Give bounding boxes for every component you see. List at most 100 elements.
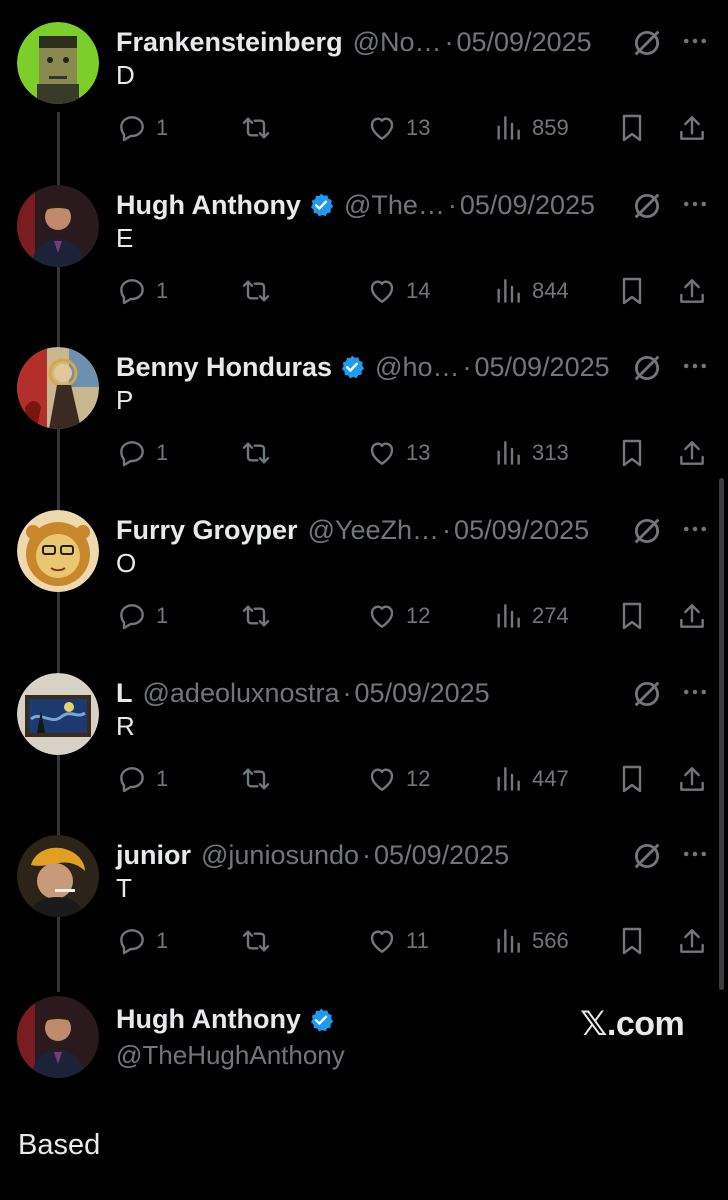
- like-button[interactable]: 13: [366, 108, 430, 148]
- bookmark-button[interactable]: [616, 108, 648, 148]
- share-button[interactable]: [676, 759, 708, 799]
- like-button[interactable]: 11: [366, 921, 429, 961]
- views-count: 566: [532, 928, 569, 953]
- bookmark-button[interactable]: [616, 596, 648, 636]
- share-icon: [680, 929, 704, 953]
- bookmark-button[interactable]: [616, 271, 648, 311]
- author-handle[interactable]: @YeeZh…: [308, 515, 439, 546]
- avatar[interactable]: [17, 185, 99, 267]
- retweet-button[interactable]: [240, 596, 272, 636]
- avatar[interactable]: [17, 22, 99, 104]
- tweet-item[interactable]: junior @juniosundo · 05/09/2025 T 1 11 5…: [0, 835, 728, 998]
- retweet-button[interactable]: [240, 433, 272, 473]
- retweet-button[interactable]: [240, 108, 272, 148]
- like-count: 11: [406, 928, 429, 953]
- grok-icon[interactable]: [630, 839, 664, 873]
- retweet-icon: [242, 768, 270, 790]
- tweet-item[interactable]: Hugh Anthony @The… · 05/09/2025 E 1 14 8…: [0, 185, 728, 348]
- retweet-icon: [242, 442, 270, 464]
- views-button[interactable]: 566: [492, 921, 569, 961]
- author-name[interactable]: Furry Groyper: [116, 515, 298, 546]
- more-icon[interactable]: [680, 677, 710, 707]
- share-button[interactable]: [676, 921, 708, 961]
- bookmark-button[interactable]: [616, 921, 648, 961]
- tweet-header: Benny Honduras @ho… · 05/09/2025: [116, 347, 610, 387]
- action-bar: 1 13 859: [116, 108, 716, 148]
- tweet-date[interactable]: 05/09/2025: [457, 27, 592, 58]
- reply-button[interactable]: 1: [116, 433, 168, 473]
- reply-icon: [120, 279, 144, 305]
- author-name[interactable]: Hugh Anthony: [116, 1004, 301, 1035]
- author-name[interactable]: junior: [116, 840, 191, 871]
- views-button[interactable]: 313: [492, 433, 569, 473]
- reply-button[interactable]: 1: [116, 596, 168, 636]
- views-button[interactable]: 859: [492, 108, 569, 148]
- like-button[interactable]: 14: [366, 271, 430, 311]
- separator-dot: ·: [442, 514, 452, 545]
- verified-badge-icon: [310, 193, 334, 217]
- tweet-item[interactable]: L @adeoluxnostra · 05/09/2025 R 1 12 447: [0, 673, 728, 836]
- views-button[interactable]: 447: [492, 759, 569, 799]
- more-icon[interactable]: [680, 26, 710, 56]
- reply-button[interactable]: 1: [116, 759, 168, 799]
- grok-icon[interactable]: [630, 514, 664, 548]
- author-name[interactable]: L: [116, 678, 133, 709]
- views-button[interactable]: 274: [492, 596, 569, 636]
- grok-icon[interactable]: [630, 351, 664, 385]
- main-tweet[interactable]: Hugh Anthony @TheHughAnthony 𝕏.com Based: [0, 996, 728, 1200]
- more-icon[interactable]: [680, 189, 710, 219]
- tweet-item[interactable]: Furry Groyper @YeeZh… · 05/09/2025 O 1 1…: [0, 510, 728, 673]
- reply-button[interactable]: 1: [116, 271, 168, 311]
- grok-icon[interactable]: [630, 189, 664, 223]
- share-button[interactable]: [676, 108, 708, 148]
- tweet-date[interactable]: 05/09/2025: [460, 190, 595, 221]
- reply-button[interactable]: 1: [116, 108, 168, 148]
- tweet-item[interactable]: Benny Honduras @ho… · 05/09/2025 P 1 13 …: [0, 347, 728, 510]
- action-bar: 1 14 844: [116, 271, 716, 311]
- author-handle[interactable]: @No…: [353, 27, 442, 58]
- like-button[interactable]: 13: [366, 433, 430, 473]
- reply-count: 1: [156, 115, 169, 140]
- share-button[interactable]: [676, 433, 708, 473]
- retweet-button[interactable]: [240, 271, 272, 311]
- author-handle[interactable]: @adeoluxnostra: [143, 678, 340, 709]
- like-button[interactable]: 12: [366, 759, 430, 799]
- avatar[interactable]: [17, 673, 99, 755]
- bookmark-button[interactable]: [616, 433, 648, 473]
- share-button[interactable]: [676, 596, 708, 636]
- tweet-item[interactable]: Frankensteinberg @No… · 05/09/2025 D 1 1…: [0, 22, 728, 185]
- reply-button[interactable]: 1: [116, 921, 168, 961]
- tweet-date[interactable]: 05/09/2025: [355, 678, 490, 709]
- like-count: 13: [406, 440, 431, 465]
- avatar[interactable]: [17, 510, 99, 592]
- tweet-text: E: [116, 223, 134, 253]
- more-icon[interactable]: [680, 514, 710, 544]
- separator-dot: ·: [342, 677, 352, 708]
- avatar[interactable]: [17, 996, 99, 1078]
- grok-icon[interactable]: [630, 677, 664, 711]
- retweet-button[interactable]: [240, 759, 272, 799]
- author-handle[interactable]: @The…: [344, 190, 445, 221]
- avatar[interactable]: [17, 835, 99, 917]
- separator-dot: ·: [444, 26, 454, 57]
- like-icon: [370, 117, 394, 140]
- like-button[interactable]: 12: [366, 596, 430, 636]
- grok-icon[interactable]: [630, 26, 664, 60]
- tweet-date[interactable]: 05/09/2025: [474, 352, 609, 383]
- avatar[interactable]: [17, 347, 99, 429]
- author-name[interactable]: Frankensteinberg: [116, 27, 343, 58]
- share-button[interactable]: [676, 271, 708, 311]
- bookmark-button[interactable]: [616, 759, 648, 799]
- tweet-date[interactable]: 05/09/2025: [454, 515, 589, 546]
- more-icon[interactable]: [680, 351, 710, 381]
- author-name[interactable]: Hugh Anthony: [116, 190, 301, 221]
- author-handle[interactable]: @ho…: [375, 352, 459, 383]
- separator-dot: ·: [362, 839, 372, 870]
- retweet-button[interactable]: [240, 921, 272, 961]
- author-handle[interactable]: @TheHughAnthony: [116, 1040, 345, 1071]
- author-name[interactable]: Benny Honduras: [116, 352, 332, 383]
- author-handle[interactable]: @juniosundo: [201, 840, 359, 871]
- views-button[interactable]: 844: [492, 271, 569, 311]
- more-icon[interactable]: [680, 839, 710, 869]
- tweet-date[interactable]: 05/09/2025: [374, 840, 509, 871]
